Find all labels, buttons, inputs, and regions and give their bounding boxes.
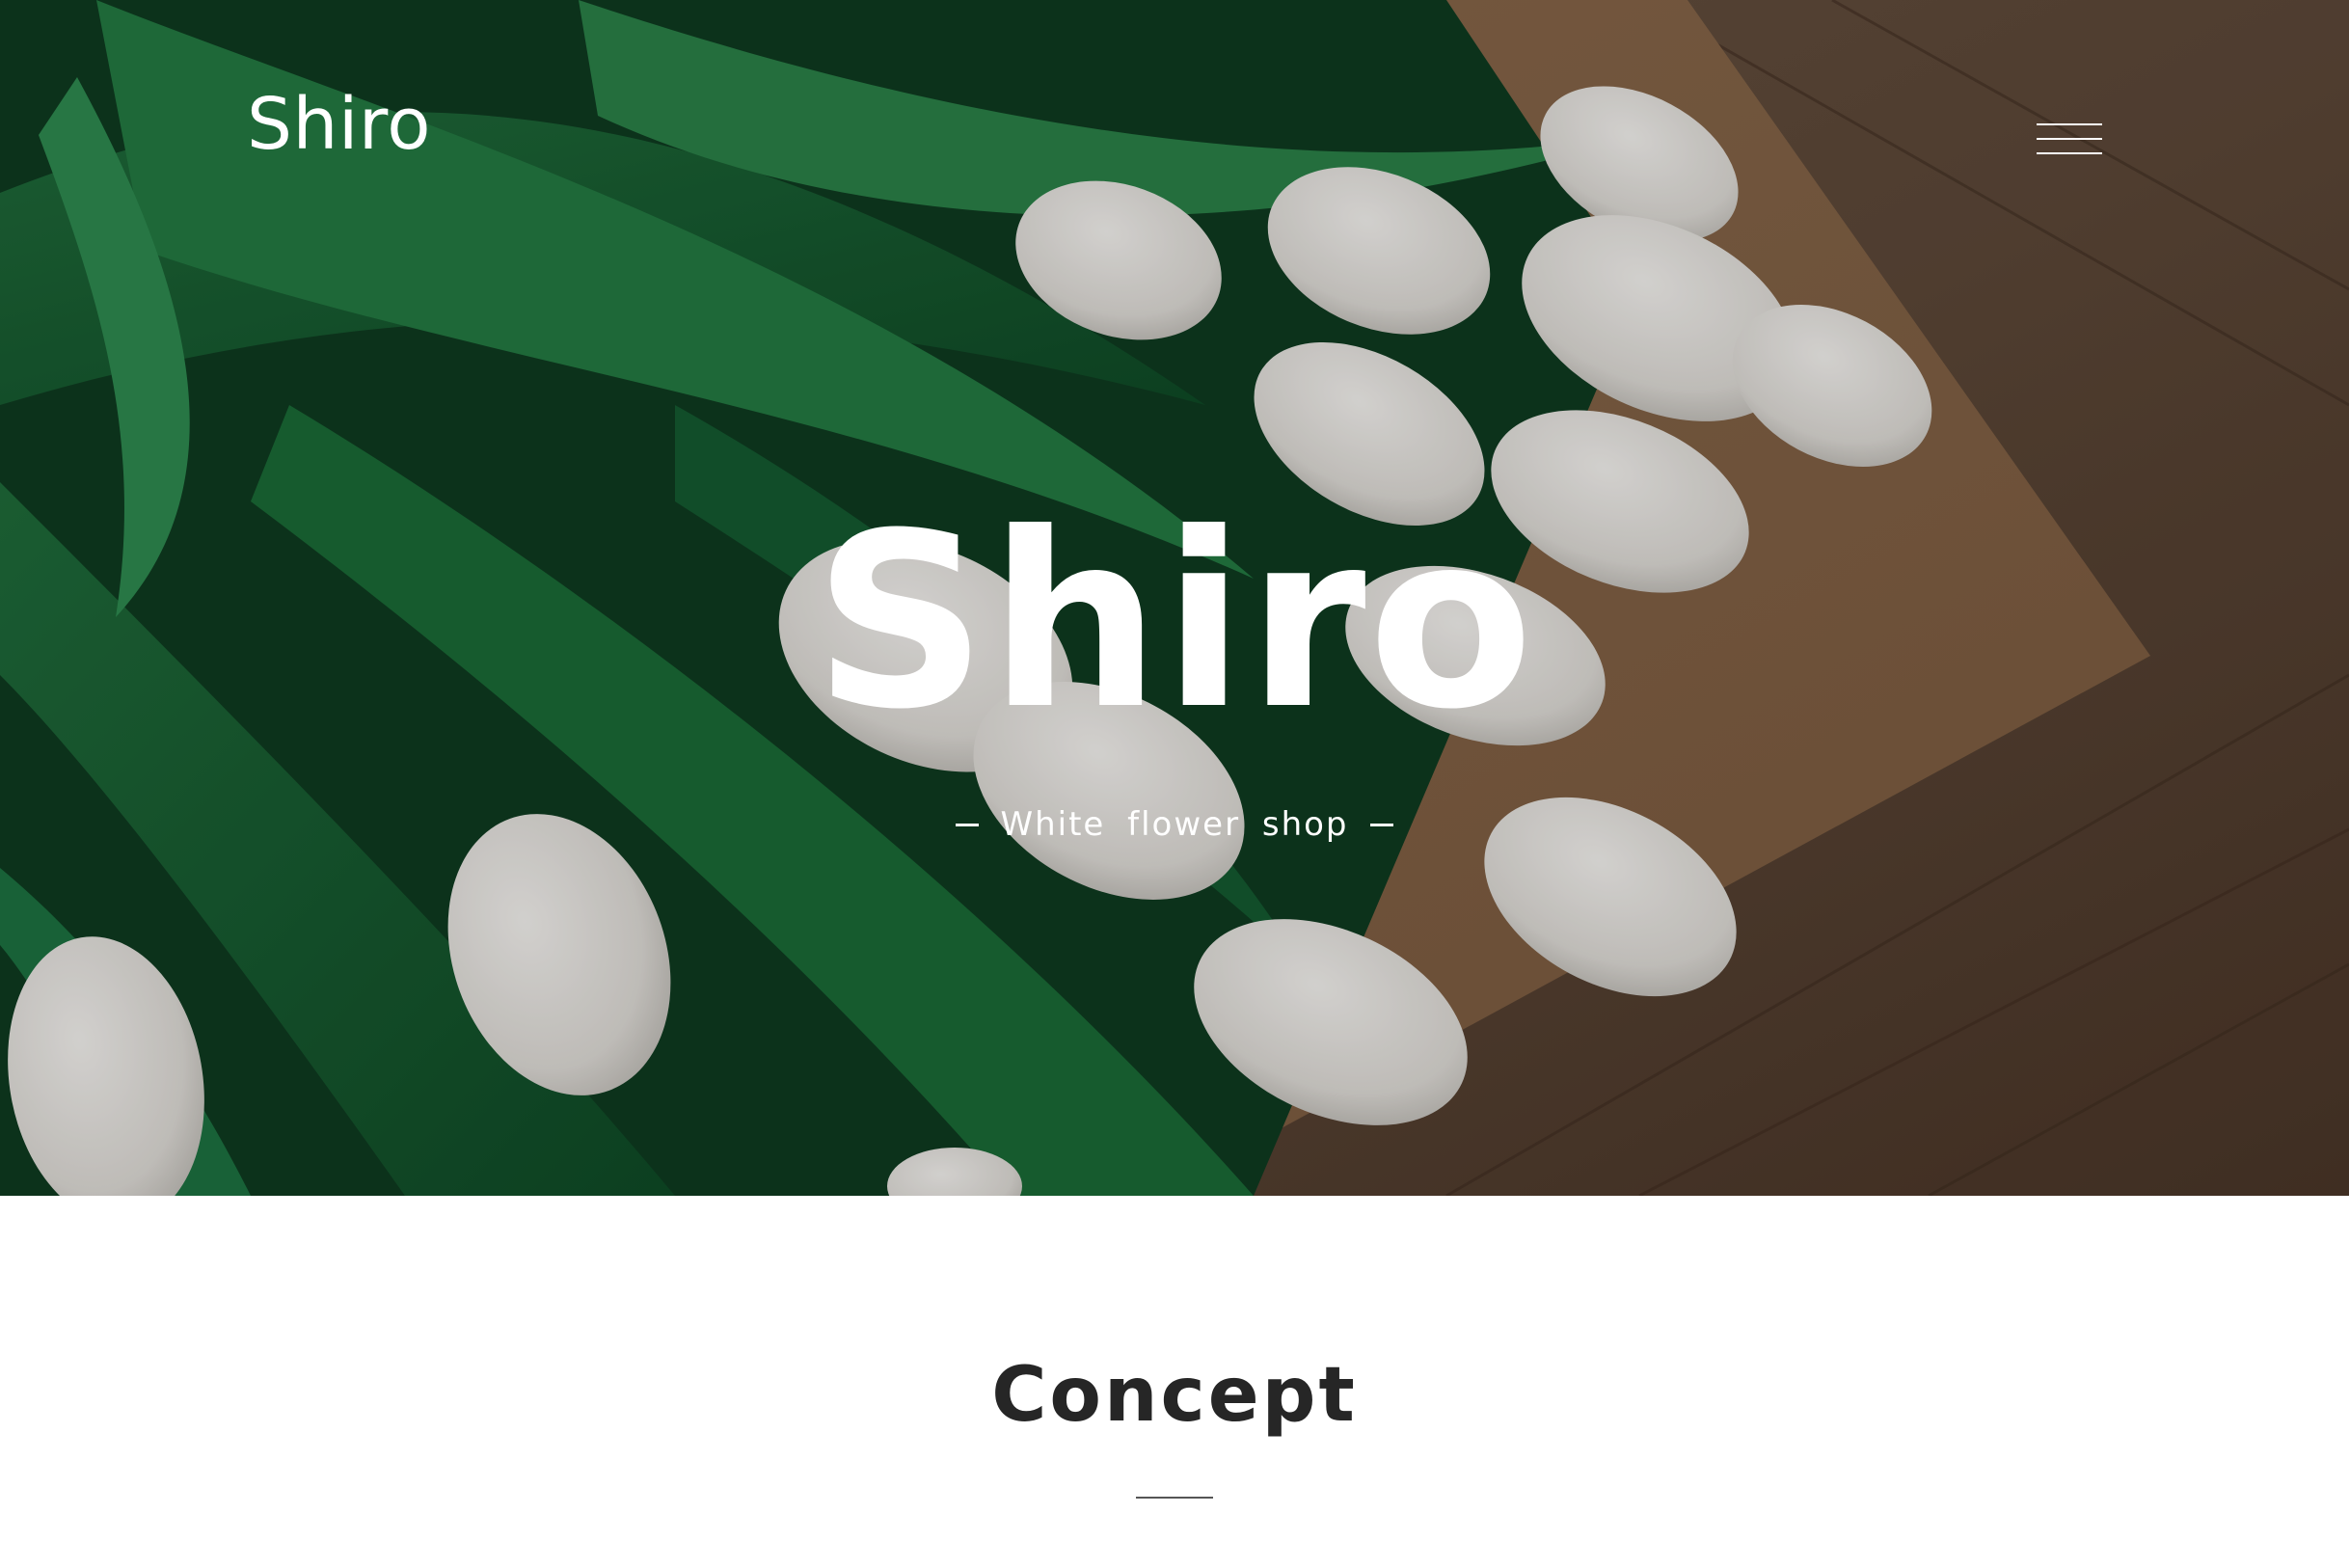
subtitle-dash-right: [1369, 823, 1393, 826]
concept-divider: [1136, 1497, 1213, 1499]
hero-section: Shiro Shiro White flower shop: [0, 0, 2349, 1196]
subtitle-dash-left: [956, 823, 980, 826]
hero-subtitle: White flower shop: [0, 808, 2349, 841]
hero-subtitle-text: White flower shop: [1000, 805, 1349, 844]
menu-bar-top: [2037, 123, 2102, 125]
concept-section: Concept: [0, 1196, 2349, 1568]
site-logo[interactable]: Shiro: [247, 89, 431, 160]
menu-bar-middle: [2037, 138, 2102, 140]
hamburger-icon[interactable]: [2037, 120, 2102, 158]
menu-bar-bottom: [2037, 152, 2102, 154]
hero-title: Shiro: [813, 481, 1536, 762]
concept-title: Concept: [991, 1352, 1358, 1439]
